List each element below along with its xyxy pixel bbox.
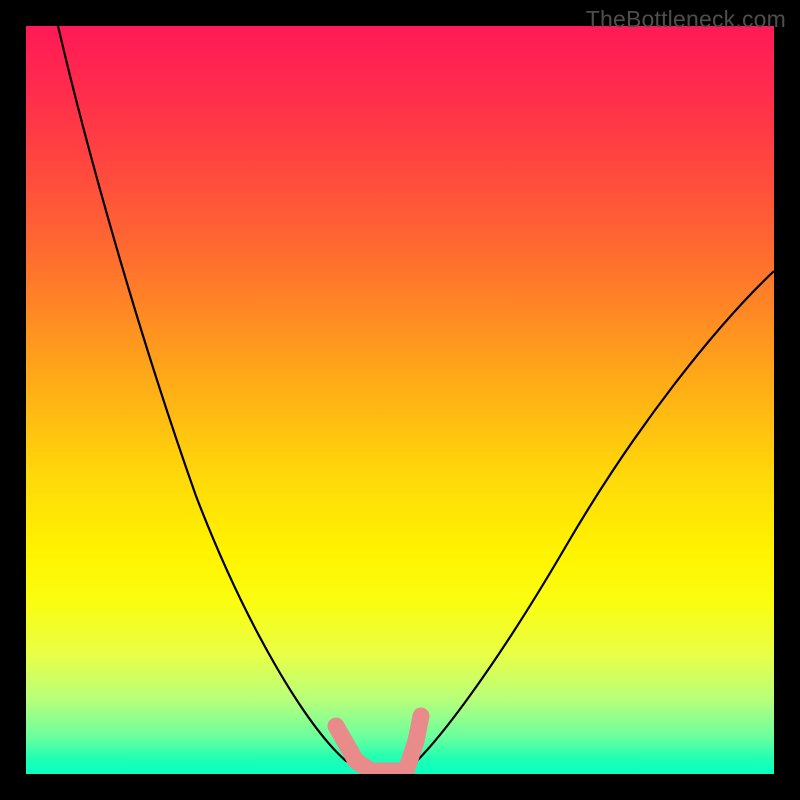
- pink-marker: [336, 716, 421, 771]
- curves-svg: [26, 26, 774, 774]
- plot-area: [26, 26, 774, 774]
- left-curve: [58, 26, 371, 771]
- right-curve: [406, 271, 774, 771]
- watermark-text: TheBottleneck.com: [586, 6, 786, 33]
- chart-frame: TheBottleneck.com: [0, 0, 800, 800]
